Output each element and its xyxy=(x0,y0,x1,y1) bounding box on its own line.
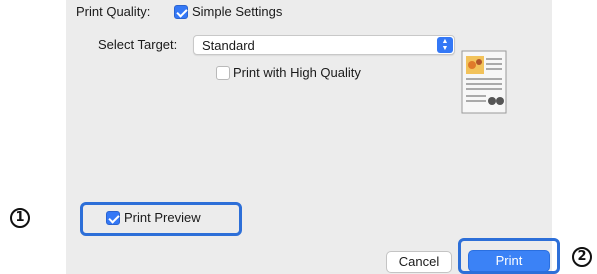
callout-1: 1 xyxy=(10,208,30,228)
print-preview-label: Print Preview xyxy=(124,210,201,225)
simple-settings-label: Simple Settings xyxy=(192,4,283,19)
select-target-dropdown[interactable]: Standard ▲ ▼ xyxy=(193,35,455,55)
cancel-button[interactable]: Cancel xyxy=(386,251,452,273)
callout-2: 2 xyxy=(572,247,592,267)
print-button[interactable]: Print xyxy=(468,250,550,272)
select-target-label: Select Target: xyxy=(98,37,178,52)
page-preview-icon xyxy=(461,50,507,114)
chevron-updown-icon: ▲ ▼ xyxy=(437,37,453,53)
high-quality-checkbox[interactable] xyxy=(216,66,230,80)
print-dialog: Print Quality: Simple Settings Select Ta… xyxy=(66,0,560,274)
simple-settings-checkbox[interactable] xyxy=(174,5,188,19)
select-target-value: Standard xyxy=(202,38,255,53)
print-preview-checkbox[interactable] xyxy=(106,211,120,225)
print-quality-label: Print Quality: xyxy=(76,4,151,19)
high-quality-label: Print with High Quality xyxy=(233,65,361,80)
